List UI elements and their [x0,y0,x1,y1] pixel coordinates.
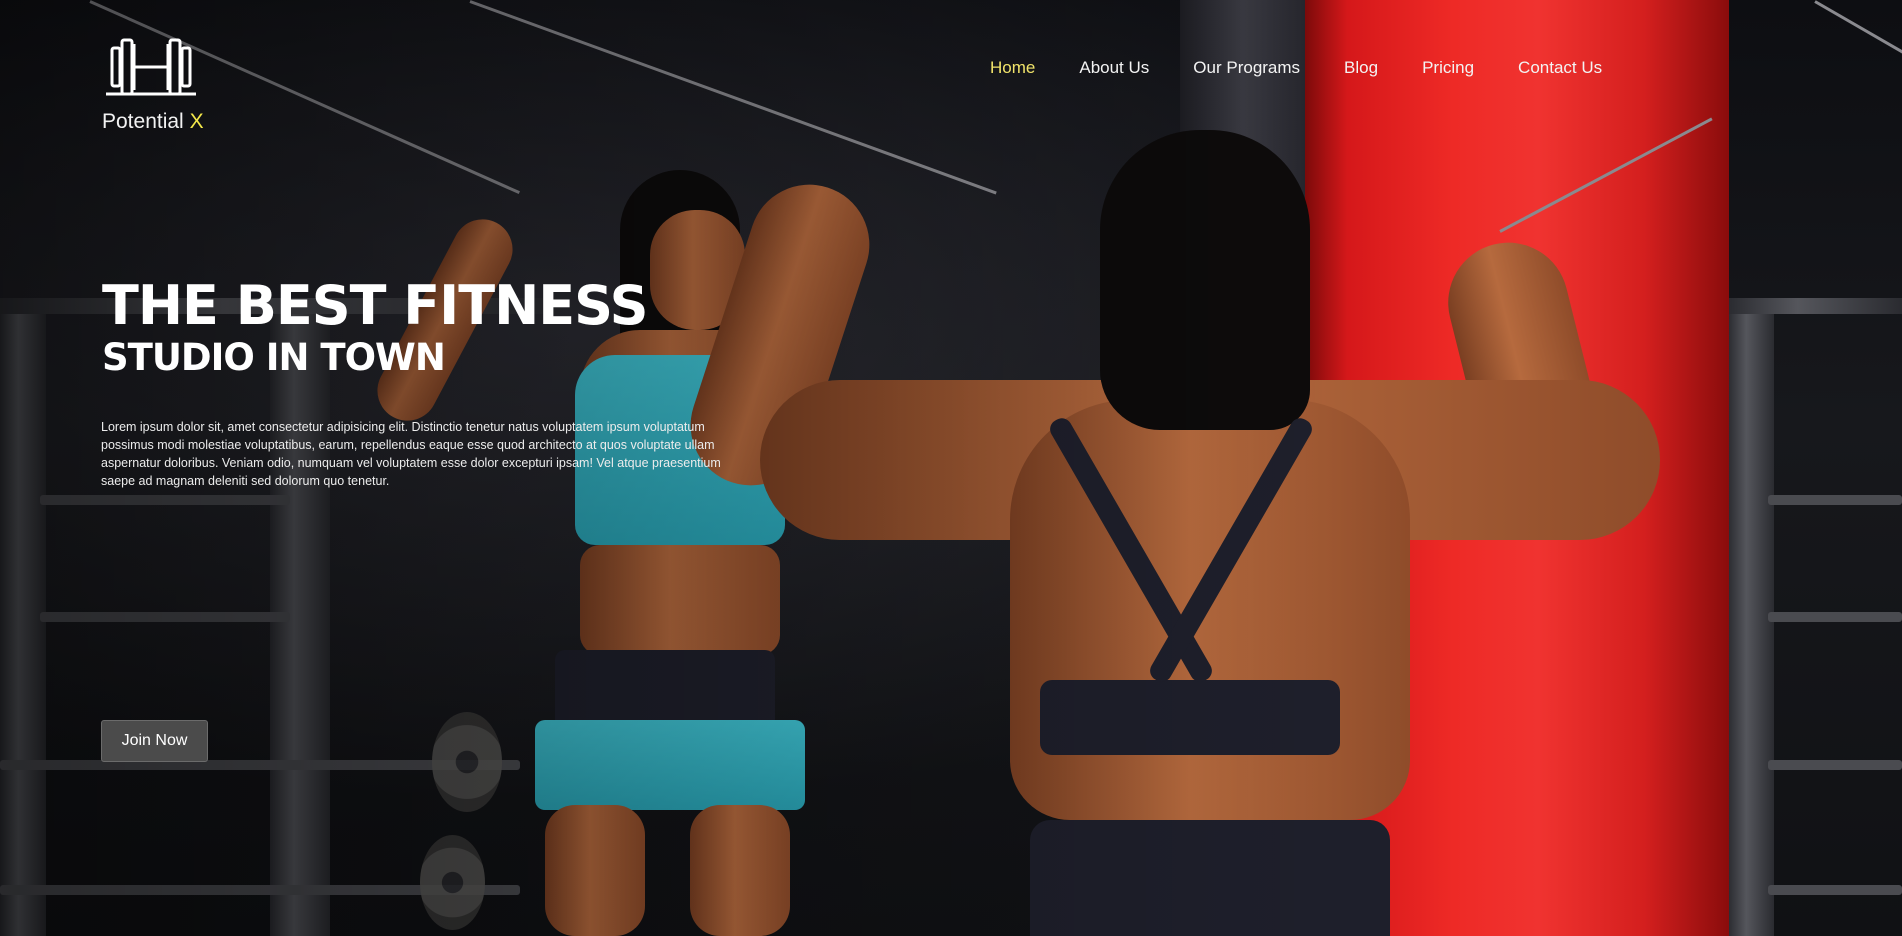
barbell-h-icon [106,38,196,96]
brand-accent: X [189,110,204,133]
hero-headline: THE BEST FITNESS STUDIO IN TOWN [102,274,649,380]
nav-our-programs[interactable]: Our Programs [1193,58,1300,78]
join-now-button[interactable]: Join Now [101,720,208,762]
main-nav: Home About Us Our Programs Blog Pricing … [990,58,1646,78]
nav-contact-us[interactable]: Contact Us [1518,58,1602,78]
nav-blog[interactable]: Blog [1344,58,1378,78]
nav-pricing[interactable]: Pricing [1422,58,1474,78]
hero-section: Potential X Home About Us Our Programs B… [0,0,1902,936]
brand-name: Potential X [102,110,204,133]
hero-description: Lorem ipsum dolor sit, amet consectetur … [101,419,721,488]
hero-title-line2: STUDIO IN TOWN [102,336,446,379]
brand-logo[interactable]: Potential X [102,36,212,134]
nav-about-us[interactable]: About Us [1079,58,1149,78]
hero-title-line1: THE BEST FITNESS [102,274,649,337]
nav-home[interactable]: Home [990,58,1035,78]
